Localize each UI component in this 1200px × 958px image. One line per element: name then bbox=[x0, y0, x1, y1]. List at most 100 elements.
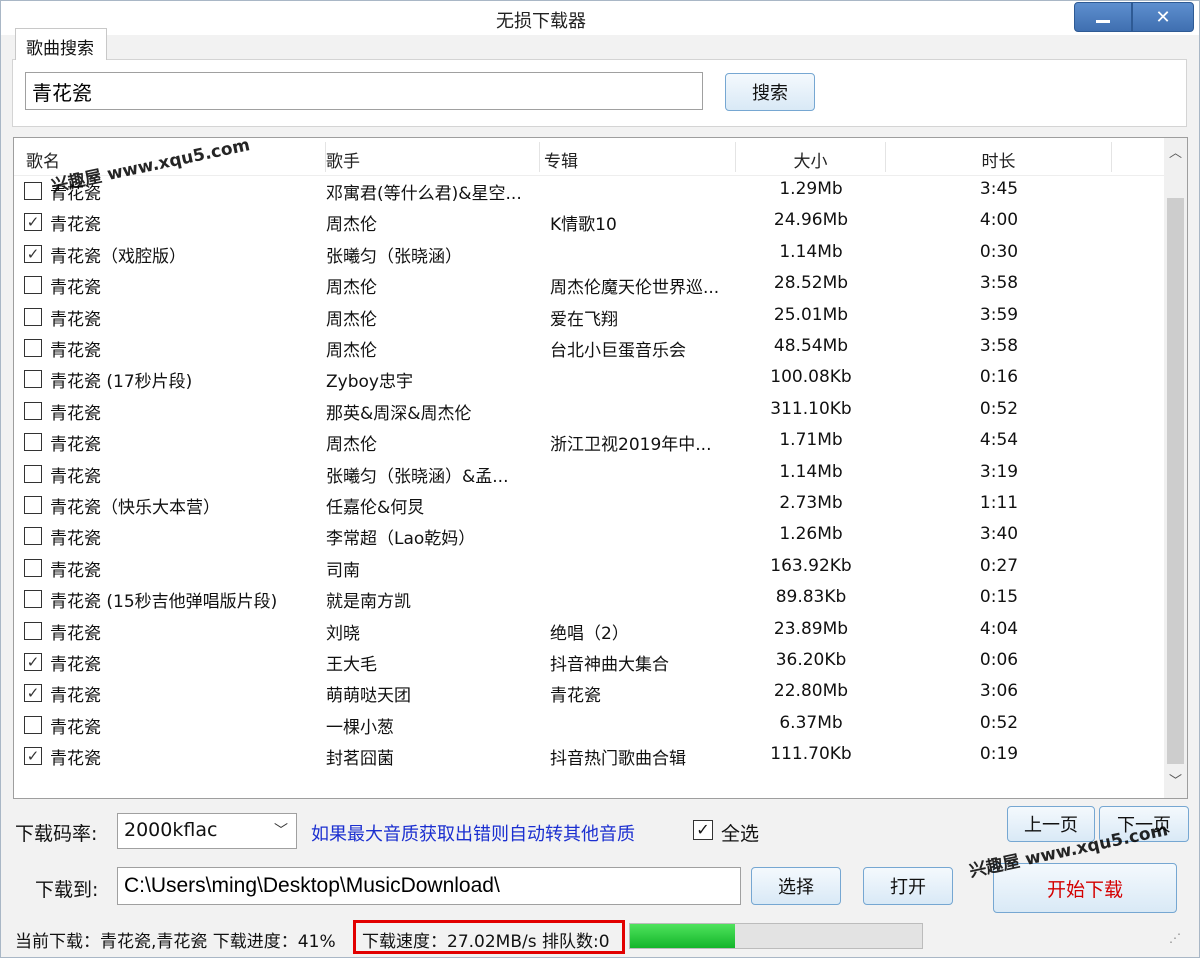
row-title: 青花瓷 bbox=[50, 717, 101, 738]
row-checkbox[interactable] bbox=[24, 590, 42, 609]
list-scrollbar[interactable]: ︿ ﹀ bbox=[1164, 138, 1187, 798]
table-row[interactable]: 青花瓷 周杰伦 爱在飞翔 25.01Mb 3:59 bbox=[14, 302, 1164, 333]
row-size: 1.14Mb bbox=[779, 241, 843, 262]
table-row[interactable]: 青花瓷 邓寓君(等什么君)&星空... 1.29Mb 3:45 bbox=[14, 176, 1164, 207]
select-all-checkbox[interactable]: ✓ bbox=[693, 820, 713, 840]
quality-hint: 如果最大音质获取出错则自动转其他音质 bbox=[311, 824, 635, 845]
close-icon: ✕ bbox=[1155, 6, 1171, 28]
row-checkbox[interactable] bbox=[24, 558, 42, 577]
row-duration: 0:30 bbox=[979, 241, 1019, 262]
row-checkbox[interactable] bbox=[24, 276, 42, 295]
row-checkbox[interactable] bbox=[24, 370, 42, 389]
row-size: 1.71Mb bbox=[779, 430, 843, 451]
row-title: 青花瓷 bbox=[50, 466, 101, 487]
bitrate-select[interactable]: 2000kflac ﹀ bbox=[117, 813, 297, 849]
header-album[interactable]: 专辑 bbox=[544, 142, 736, 172]
row-title: 青花瓷 bbox=[50, 403, 101, 424]
table-row[interactable]: 青花瓷 张曦匀（张晓涵）&孟... 1.14Mb 3:19 bbox=[14, 459, 1164, 490]
table-row[interactable]: 青花瓷 李常超（Lao乾妈） 1.26Mb 3:40 bbox=[14, 521, 1164, 552]
close-button[interactable]: ✕ bbox=[1132, 2, 1194, 32]
scroll-up-icon[interactable]: ︿ bbox=[1164, 142, 1187, 166]
row-artist: 周杰伦 bbox=[326, 215, 377, 236]
row-checkbox[interactable] bbox=[24, 527, 42, 546]
header-artist[interactable]: 歌手 bbox=[326, 142, 540, 172]
table-row[interactable]: ✓ 青花瓷 封茗囧菌 抖音热门歌曲合辑 111.70Kb 0:19 bbox=[14, 741, 1164, 772]
progress-fill bbox=[630, 924, 736, 948]
row-duration: 0:15 bbox=[979, 587, 1019, 608]
row-size: 1.26Mb bbox=[779, 524, 843, 545]
row-duration: 3:58 bbox=[979, 336, 1019, 356]
row-duration: 3:58 bbox=[979, 273, 1019, 294]
row-title: 青花瓷 bbox=[50, 686, 101, 707]
table-row[interactable]: 青花瓷 (17秒片段) Zyboy忠宇 100.08Kb 0:16 bbox=[14, 364, 1164, 395]
row-checkbox[interactable] bbox=[24, 715, 42, 734]
header-size[interactable]: 大小 bbox=[736, 142, 886, 172]
row-album: K情歌10 bbox=[550, 215, 617, 236]
row-checkbox[interactable] bbox=[24, 339, 42, 357]
bitrate-label: 下载码率: bbox=[15, 823, 98, 845]
search-button[interactable]: 搜索 bbox=[725, 73, 815, 111]
open-button[interactable]: 打开 bbox=[863, 867, 953, 905]
row-duration: 0:52 bbox=[979, 398, 1019, 419]
table-row[interactable]: ✓ 青花瓷 王大毛 抖音神曲大集合 36.20Kb 0:06 bbox=[14, 647, 1164, 678]
search-input[interactable] bbox=[25, 72, 703, 110]
row-checkbox[interactable] bbox=[24, 401, 42, 420]
row-size: 311.10Kb bbox=[770, 398, 852, 419]
row-artist: 李常超（Lao乾妈） bbox=[326, 529, 476, 550]
row-title: 青花瓷 bbox=[50, 655, 101, 675]
row-artist: 萌萌哒天团 bbox=[326, 686, 411, 707]
table-row[interactable]: ✓ 青花瓷 周杰伦 K情歌10 24.96Mb 4:00 bbox=[14, 207, 1164, 238]
window-title: 无损下载器 bbox=[496, 11, 586, 32]
table-row[interactable]: 青花瓷 周杰伦 台北小巨蛋音乐会 48.54Mb 3:58 bbox=[14, 333, 1164, 364]
row-checkbox[interactable] bbox=[24, 307, 42, 326]
row-checkbox[interactable]: ✓ bbox=[24, 684, 42, 703]
row-checkbox[interactable]: ✓ bbox=[24, 244, 42, 263]
row-checkbox[interactable]: ✓ bbox=[24, 213, 42, 232]
table-row[interactable]: 青花瓷 司南 163.92Kb 0:27 bbox=[14, 553, 1164, 584]
row-artist: 一棵小葱 bbox=[326, 717, 394, 738]
row-checkbox[interactable]: ✓ bbox=[24, 653, 42, 671]
row-checkbox[interactable] bbox=[24, 433, 42, 452]
row-title: 青花瓷 bbox=[50, 623, 101, 644]
scroll-thumb[interactable] bbox=[1167, 198, 1184, 764]
row-duration: 0:52 bbox=[979, 712, 1019, 733]
row-duration: 3:59 bbox=[979, 304, 1019, 325]
row-size: 25.01Mb bbox=[773, 304, 849, 325]
choose-button[interactable]: 选择 bbox=[751, 867, 841, 905]
table-row[interactable]: ✓ 青花瓷（戏腔版） 张曦匀（张晓涵） 1.14Mb 0:30 bbox=[14, 239, 1164, 270]
table-row[interactable]: ✓ 青花瓷 萌萌哒天团 青花瓷 22.80Mb 3:06 bbox=[14, 678, 1164, 709]
search-panel: 搜索 bbox=[12, 59, 1187, 127]
row-duration: 3:45 bbox=[979, 179, 1019, 199]
row-checkbox[interactable] bbox=[24, 464, 42, 483]
tab-song-search[interactable]: 歌曲搜索 bbox=[15, 28, 107, 60]
table-row[interactable]: 青花瓷 那英&周深&周杰伦 311.10Kb 0:52 bbox=[14, 396, 1164, 427]
row-album: 抖音神曲大集合 bbox=[550, 655, 669, 675]
table-row[interactable]: 青花瓷（快乐大本营） 任嘉伦&何炅 2.73Mb 1:11 bbox=[14, 490, 1164, 521]
table-row[interactable]: 青花瓷 周杰伦 周杰伦魔天伦世界巡... 28.52Mb 3:58 bbox=[14, 270, 1164, 301]
row-size: 24.96Mb bbox=[773, 210, 849, 231]
table-row[interactable]: 青花瓷 刘晓 绝唱（2） 23.89Mb 4:04 bbox=[14, 616, 1164, 647]
row-checkbox[interactable] bbox=[24, 621, 42, 640]
scroll-down-icon[interactable]: ﹀ bbox=[1164, 770, 1187, 794]
row-checkbox[interactable]: ✓ bbox=[24, 747, 42, 766]
table-row[interactable]: 青花瓷 一棵小葱 6.37Mb 0:52 bbox=[14, 710, 1164, 741]
row-duration: 1:11 bbox=[979, 493, 1019, 513]
row-size: 48.54Mb bbox=[773, 336, 849, 356]
row-artist: 任嘉伦&何炅 bbox=[326, 498, 425, 518]
row-size: 28.52Mb bbox=[773, 273, 849, 294]
header-duration[interactable]: 时长 bbox=[886, 142, 1112, 172]
row-size: 23.89Mb bbox=[773, 618, 849, 639]
row-artist: 周杰伦 bbox=[326, 309, 377, 330]
table-row[interactable]: 青花瓷 (15秒吉他弹唱版片段) 就是南方凯 89.83Kb 0:15 bbox=[14, 584, 1164, 615]
row-duration: 0:19 bbox=[979, 744, 1019, 765]
row-title: 青花瓷（戏腔版） bbox=[50, 246, 186, 267]
resize-grip-icon[interactable]: ⋰ bbox=[1169, 931, 1181, 945]
row-artist: 周杰伦 bbox=[326, 278, 377, 299]
row-checkbox[interactable] bbox=[24, 182, 42, 200]
minimize-button[interactable] bbox=[1074, 2, 1132, 32]
row-checkbox[interactable] bbox=[24, 496, 42, 514]
row-title: 青花瓷 bbox=[50, 435, 101, 456]
download-path-input[interactable] bbox=[117, 867, 741, 905]
row-artist: 周杰伦 bbox=[326, 341, 377, 361]
table-row[interactable]: 青花瓷 周杰伦 浙江卫视2019年中... 1.71Mb 4:54 bbox=[14, 427, 1164, 458]
